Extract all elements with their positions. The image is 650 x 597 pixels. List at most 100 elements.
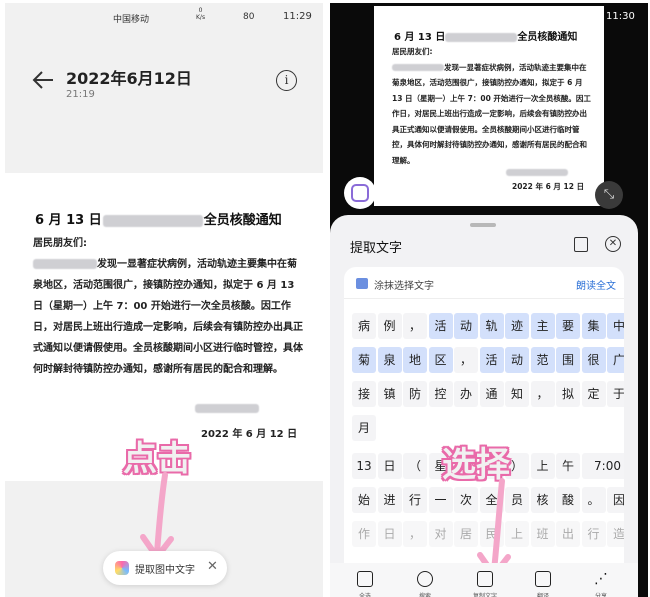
glyph-cell[interactable]: 因 [607, 487, 624, 513]
close-icon[interactable]: ✕ [605, 236, 621, 252]
share-icon: ⋰ [594, 571, 608, 587]
glyph-cell[interactable]: 核 [530, 487, 555, 513]
notice-title-date: 6 月 13 日 [35, 213, 102, 228]
battery-level: 80 [243, 12, 255, 22]
glyph-cell[interactable]: ， [403, 521, 427, 547]
glyph-cell[interactable]: 活 [428, 313, 453, 339]
glyph-cell[interactable]: 轨 [479, 313, 504, 339]
glyph-cell[interactable]: 镇 [377, 381, 402, 407]
glyph-cell[interactable]: 病 [352, 313, 376, 339]
close-icon[interactable]: ✕ [207, 559, 218, 574]
glyph-cell[interactable]: 集 [581, 313, 606, 339]
gallery-header: 2022年6月12日 21:19 i [5, 31, 323, 171]
sheet-title: 提取文字 [350, 241, 403, 256]
glyph-cell[interactable]: ， [454, 347, 478, 373]
glyph-cell[interactable]: 作 [352, 521, 376, 547]
glyph-cell[interactable]: ， [403, 313, 427, 339]
glyph-cell[interactable]: 午 [556, 453, 580, 479]
lens-button[interactable] [344, 177, 376, 209]
glyph-cell[interactable]: 范 [530, 347, 555, 373]
annotation-arrow-icon [140, 472, 174, 560]
glyph-cell[interactable]: 泉 [377, 347, 402, 373]
notice-date: 2022 年 6 月 12 日 [201, 429, 298, 440]
glyph-cell[interactable]: 地 [403, 347, 427, 373]
glyph-cell[interactable]: 进 [377, 487, 402, 513]
translate-icon [535, 571, 551, 587]
lens-icon [351, 184, 369, 202]
glyph-cell[interactable]: 广 [607, 347, 624, 373]
toolbar-label: 翻译 [536, 593, 549, 597]
notice-date: 2022 年 6 月 12 日 [512, 182, 585, 191]
bottom-toolbar: 全选 搜索 复制文字 翻译 ⋰ 分享 [330, 563, 638, 597]
glyph-cell[interactable]: 。 [581, 487, 606, 513]
glyph-cell[interactable]: 区 [428, 347, 453, 373]
glyph-cell[interactable]: 围 [556, 347, 580, 373]
extract-text-button[interactable]: 提取图中文字 ✕ [103, 551, 227, 585]
glyph-cell[interactable]: 活 [479, 347, 504, 373]
glyph-cell[interactable]: （ [403, 453, 427, 479]
glyph-cell[interactable]: 月 [352, 415, 376, 441]
smear-select-label: 涂抹选择文字 [374, 281, 434, 292]
glyph-cell[interactable]: 中 [607, 313, 624, 339]
extract-text-label: 提取图中文字 [135, 565, 195, 576]
toolbar-label: 分享 [594, 593, 607, 597]
glyph-cell[interactable]: 上 [530, 453, 555, 479]
glyph-cell[interactable]: 动 [505, 347, 529, 373]
glyph-cell[interactable]: 很 [581, 347, 606, 373]
glyph-cell[interactable]: 迹 [505, 313, 529, 339]
glyph-cell[interactable]: 出 [556, 521, 580, 547]
smear-icon [356, 278, 368, 289]
redacted-block [102, 214, 203, 227]
smear-select-row[interactable]: 涂抹选择文字 朗读全文 [344, 267, 624, 299]
status-time: 11:29 [283, 11, 312, 22]
glyph-cell[interactable]: 行 [403, 487, 427, 513]
left-phone-screen: 中国移动 0 K/s 80 11:29 2022年6月12日 21:19 i 6… [5, 3, 323, 597]
glyph-cell[interactable]: 接 [352, 381, 376, 407]
read-all-link[interactable]: 朗读全文 [576, 277, 616, 292]
notice-greeting: 居民朋友们: [33, 238, 87, 249]
back-arrow-icon[interactable] [31, 69, 55, 91]
edit-icon[interactable] [574, 237, 588, 252]
collapse-icon[interactable]: ⤡ [595, 181, 623, 209]
glyph-cell[interactable]: 防 [403, 381, 427, 407]
toolbar-button-1[interactable]: 搜索 [410, 569, 440, 597]
glyph-cell[interactable]: 通 [479, 381, 504, 407]
glyph-cell[interactable]: 班 [530, 521, 555, 547]
toolbar-button-3[interactable]: 翻译 [528, 569, 558, 597]
glyph-cell[interactable]: 拟 [556, 381, 580, 407]
glyph-cell[interactable]: 酸 [556, 487, 580, 513]
glyph-cell[interactable]: 7:00 [581, 453, 624, 479]
glyph-cell[interactable]: 办 [454, 381, 478, 407]
drag-handle[interactable] [470, 223, 496, 227]
glyph-cell[interactable]: 菊 [352, 347, 376, 373]
check-square-icon [357, 571, 373, 587]
notice-title-text: 全员核酸通知 [517, 32, 578, 43]
glyph-row: 病例，活动轨迹主要集中在 [352, 313, 624, 341]
glyph-cell[interactable]: 要 [556, 313, 580, 339]
glyph-cell[interactable]: 定 [581, 381, 606, 407]
glyph-cell[interactable]: 主 [530, 313, 555, 339]
toolbar-button-2[interactable]: 复制文字 [470, 569, 500, 597]
glyph-cell[interactable]: 于 [607, 381, 624, 407]
glyph-cell[interactable]: 动 [454, 313, 478, 339]
toolbar-label: 全选 [358, 593, 371, 597]
glyph-cell[interactable]: 始 [352, 487, 376, 513]
info-icon[interactable]: i [276, 70, 297, 91]
notice-title: 6 月 13 日 全员核酸通知 [394, 28, 577, 43]
glyph-cell[interactable]: 对 [428, 521, 453, 547]
toolbar-button-0[interactable]: 全选 [350, 569, 380, 597]
glyph-cell[interactable]: 13 [352, 453, 376, 479]
glyph-cell[interactable]: 行 [581, 521, 606, 547]
glyph-cell[interactable]: 造 [607, 521, 624, 547]
glyph-cell[interactable]: 知 [505, 381, 529, 407]
glyph-cell[interactable]: 日 [377, 453, 402, 479]
glyph-cell[interactable]: 一 [428, 487, 453, 513]
glyph-row: 接镇防控办通知，拟定于6 [352, 381, 624, 409]
glyph-cell[interactable]: 例 [377, 313, 402, 339]
notice-title-text: 全员核酸通知 [203, 213, 282, 228]
toolbar-button-4[interactable]: ⋰ 分享 [586, 569, 616, 597]
photo-time: 21:19 [66, 89, 95, 100]
glyph-cell[interactable]: 日 [377, 521, 402, 547]
glyph-cell[interactable]: 控 [428, 381, 453, 407]
glyph-cell[interactable]: ， [530, 381, 555, 407]
